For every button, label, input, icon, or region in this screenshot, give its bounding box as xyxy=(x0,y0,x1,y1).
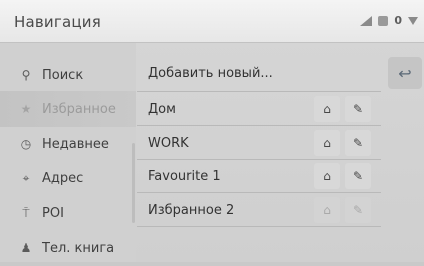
set-home-button: ⌂ xyxy=(314,197,340,223)
signal-icon xyxy=(358,15,373,26)
divider xyxy=(137,192,381,193)
top-bar: Навигация 0 xyxy=(0,0,424,43)
add-new-label: Добавить новый... xyxy=(148,65,273,81)
wifi-icon xyxy=(408,16,418,25)
page-title: Навигация xyxy=(14,13,101,31)
notification-count: 0 xyxy=(394,14,402,27)
home-icon: ⌂ xyxy=(323,203,331,217)
list-item[interactable]: WORK ⌂ ✎ xyxy=(137,127,381,159)
home-icon: ⌂ xyxy=(323,169,331,183)
sidebar-item-poi[interactable]: ⍑ POI xyxy=(0,195,136,231)
list-item[interactable]: Избранное 2 ⌂ ✎ xyxy=(137,194,381,226)
pencil-icon: ✎ xyxy=(352,136,364,150)
divider xyxy=(137,91,381,92)
poi-icon: ⍑ xyxy=(22,205,30,220)
home-icon: ⌂ xyxy=(323,102,331,116)
star-icon: ★ xyxy=(20,102,32,116)
set-home-button[interactable]: ⌂ xyxy=(314,163,340,189)
favorite-name: WORK xyxy=(148,135,189,151)
status-area: 0 xyxy=(358,14,418,27)
sidebar-item-phonebook[interactable]: ♟ Тел. книга xyxy=(0,230,136,266)
pencil-icon: ✎ xyxy=(352,203,364,217)
favorite-name: Favourite 1 xyxy=(148,168,221,184)
edit-button[interactable]: ✎ xyxy=(345,96,371,122)
back-icon: ↩ xyxy=(398,63,412,83)
sidebar: ⚲ Поиск ★ Избранное ◷ Недавнее ⌖ Адрес ⍑… xyxy=(0,43,136,262)
divider xyxy=(137,125,381,126)
edit-button[interactable]: ✎ xyxy=(345,163,371,189)
pencil-icon: ✎ xyxy=(352,102,364,116)
list-item[interactable]: Favourite 1 ⌂ ✎ xyxy=(137,160,381,192)
sidebar-item-label: Избранное xyxy=(42,101,116,117)
set-home-button[interactable]: ⌂ xyxy=(314,130,340,156)
favorites-list: Добавить новый... ↩ Дом ⌂ ✎ WORK ⌂ ✎ Fav… xyxy=(137,43,424,262)
list-item[interactable]: Дом ⌂ ✎ xyxy=(137,93,381,125)
navigation-screen: Навигация 0 ⚲ Поиск ★ Избранное ◷ Недавн… xyxy=(0,0,424,262)
sidebar-item-label: Адрес xyxy=(42,170,84,186)
pencil-icon: ✎ xyxy=(352,169,364,183)
sidebar-item-label: Поиск xyxy=(42,67,84,83)
search-icon: ⚲ xyxy=(21,68,31,82)
edit-button[interactable]: ✎ xyxy=(345,130,371,156)
sidebar-item-favorites[interactable]: ★ Избранное xyxy=(0,91,136,127)
sidebar-item-recent[interactable]: ◷ Недавнее xyxy=(0,126,136,162)
add-new-button[interactable]: Добавить новый... xyxy=(137,57,377,89)
sidebar-item-label: Недавнее xyxy=(42,136,109,152)
lock-icon xyxy=(378,15,389,26)
sidebar-item-label: POI xyxy=(42,205,64,221)
edit-button: ✎ xyxy=(345,197,371,223)
clock-icon: ◷ xyxy=(20,137,32,151)
sidebar-scrollbar[interactable] xyxy=(132,143,135,223)
home-icon: ⌂ xyxy=(323,136,331,150)
favorite-name: Избранное 2 xyxy=(148,202,235,218)
set-home-button[interactable]: ⌂ xyxy=(314,96,340,122)
pin-icon: ⌖ xyxy=(22,170,30,185)
sidebar-item-search[interactable]: ⚲ Поиск xyxy=(0,57,136,93)
back-button[interactable]: ↩ xyxy=(388,57,422,89)
sidebar-item-label: Тел. книга xyxy=(42,240,115,256)
divider xyxy=(137,226,381,227)
favorite-name: Дом xyxy=(148,101,176,117)
person-icon: ♟ xyxy=(20,241,32,255)
sidebar-item-address[interactable]: ⌖ Адрес xyxy=(0,160,136,196)
